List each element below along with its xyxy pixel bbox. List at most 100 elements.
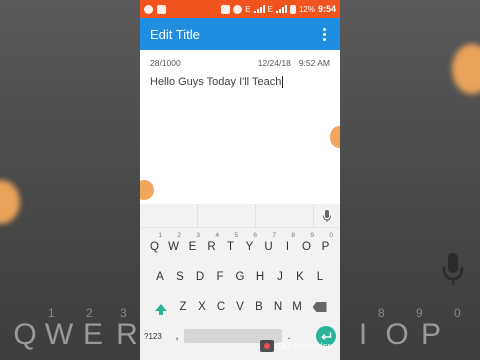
shift-icon [154,303,167,315]
keyboard-row-3: Z X C V B N M [140,296,340,318]
key-c[interactable]: C [212,296,231,318]
key-a[interactable]: A [150,266,170,288]
ghost-key: E [82,318,103,351]
backspace-key[interactable] [307,296,333,318]
blurred-orange-shape [0,180,20,224]
key-label: U [264,241,273,253]
key-label: W [168,241,179,253]
key-hint: 1 [158,232,162,239]
key-hint: 9 [310,232,314,239]
keyboard-row-2: A S D F G H J K L [140,266,340,288]
ghost-number: 0 [454,306,461,320]
ghost-key: P [420,318,441,351]
overflow-menu-icon[interactable] [318,25,330,43]
recorder-label: DU Recorder [278,341,331,351]
key-hint: 4 [215,232,219,239]
note-date: 12/24/18 [257,58,291,68]
note-time: 9:52 AM [298,58,330,68]
ghost-keyboard-row: I O P [346,318,448,352]
suggestion-slot[interactable] [198,204,256,227]
key-q[interactable]: Q1 [145,232,164,258]
suggestion-strip [140,204,340,228]
floating-edit-bubble[interactable] [140,180,154,200]
media-notification-icon [157,4,166,14]
battery-percent: 12% [298,4,315,14]
battery-icon [289,4,296,14]
key-label: Q [150,241,159,253]
ghost-key: R [116,318,138,351]
key-hint: 7 [272,232,276,239]
key-m[interactable]: M [288,296,307,318]
key-w[interactable]: W2 [164,232,183,258]
clock: 9:54 [317,4,336,14]
floating-recorder-bubble[interactable] [330,126,340,148]
key-n[interactable]: N [269,296,288,318]
status-bar: E E 12% 9:54 [140,0,340,18]
recorder-icon [260,340,274,352]
suggestion-slot[interactable] [256,204,314,227]
key-x[interactable]: X [193,296,212,318]
key-d[interactable]: D [190,266,210,288]
recorder-watermark: DU Recorder [260,340,331,352]
mic-icon [323,209,331,222]
key-r[interactable]: R4 [202,232,221,258]
key-hint: 5 [234,232,238,239]
key-s[interactable]: S [170,266,190,288]
key-t[interactable]: T5 [221,232,240,258]
network-type-label: E [245,4,251,14]
key-g[interactable]: G [230,266,250,288]
key-b[interactable]: B [250,296,269,318]
blurred-orange-shape [452,44,480,94]
keyboard: Q1 W2 E3 R4 T5 Y6 U7 I8 O9 P0 A S D F G … [140,204,340,360]
signal-icon [253,5,265,13]
key-hint: 0 [329,232,333,239]
key-label: T [226,241,235,253]
symbols-key[interactable]: ?123 [144,332,170,341]
char-count: 28/1000 [150,58,181,68]
keyboard-row-1: Q1 W2 E3 R4 T5 Y6 U7 I8 O9 P0 [140,232,340,258]
key-z[interactable]: Z [174,296,193,318]
key-k[interactable]: K [290,266,310,288]
key-o[interactable]: O9 [297,232,316,258]
app-bar: Edit Title [140,18,340,50]
key-h[interactable]: H [250,266,270,288]
key-y[interactable]: Y6 [240,232,259,258]
signal-icon [275,5,287,13]
ghost-key: O [385,318,409,351]
key-hint: 6 [253,232,257,239]
key-label: Y [245,241,254,253]
wifi-icon [233,4,243,14]
note-meta: 28/1000 12/24/18 9:52 AM [140,50,340,68]
key-l[interactable]: L [310,266,330,288]
key-label: I [285,241,290,253]
ghost-key: Q [13,318,37,351]
text-cursor [282,76,284,89]
key-u[interactable]: U7 [259,232,278,258]
key-label: P [321,241,330,253]
voice-input-button[interactable] [314,209,340,222]
comma-key[interactable]: , [170,330,184,342]
key-e[interactable]: E3 [183,232,202,258]
ghost-keyboard-row: Q W E R [8,318,144,352]
backspace-icon [312,302,327,312]
key-hint: 2 [177,232,181,239]
key-hint: 8 [291,232,295,239]
page-title: Edit Title [150,26,200,42]
shift-key[interactable] [148,296,174,318]
ghost-key: W [44,318,74,351]
note-text-field[interactable]: Hello Guys Today I'll Teach [140,68,340,89]
note-text: Hello Guys Today I'll Teach [150,76,282,88]
phone-screen: E E 12% 9:54 Edit Title 28/1000 12/24/18… [140,0,340,360]
key-j[interactable]: J [270,266,290,288]
alarm-icon [221,4,231,14]
app-notification-icon [144,4,153,14]
key-v[interactable]: V [231,296,250,318]
key-i[interactable]: I8 [278,232,297,258]
key-p[interactable]: P0 [316,232,335,258]
ghost-mic-icon [442,253,464,285]
key-label: R [207,241,216,253]
key-hint: 3 [196,232,200,239]
key-f[interactable]: F [210,266,230,288]
suggestion-slot[interactable] [140,204,198,227]
key-label: O [302,241,311,253]
